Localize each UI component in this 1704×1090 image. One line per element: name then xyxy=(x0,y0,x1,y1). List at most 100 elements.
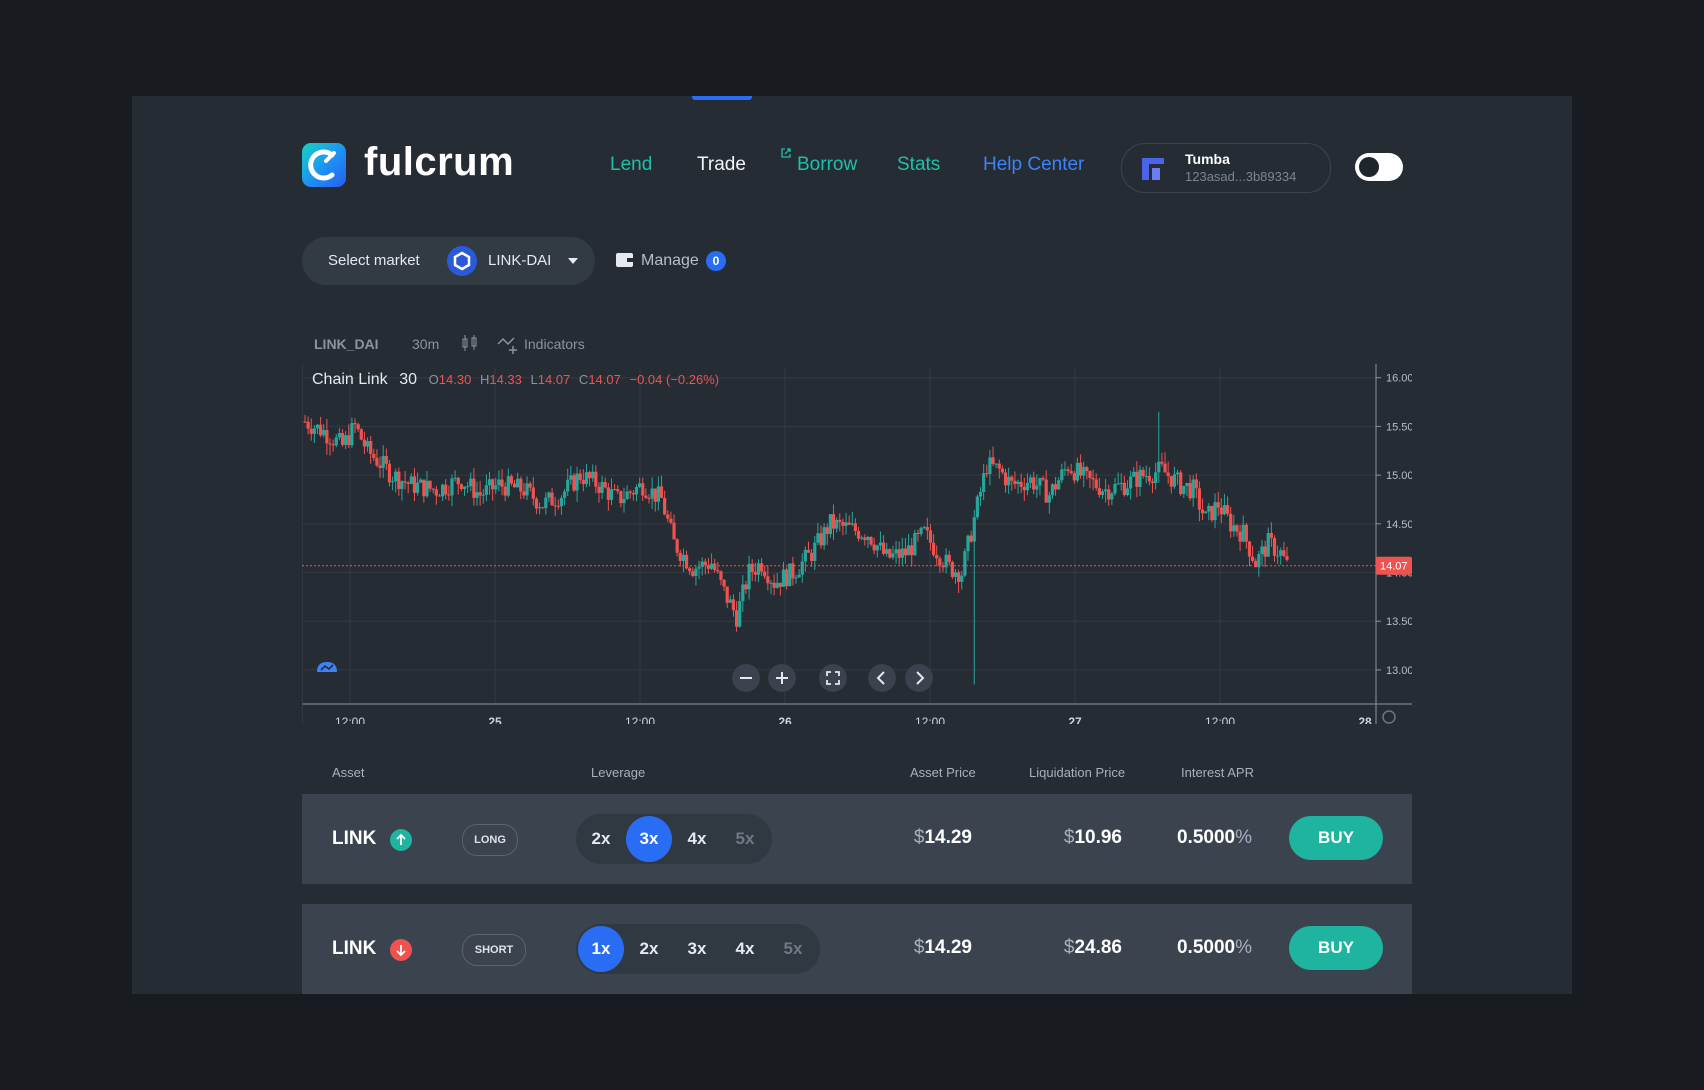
zoom-in-button[interactable] xyxy=(768,664,796,692)
candle-body xyxy=(731,599,736,611)
currency-symbol: $ xyxy=(1063,827,1075,848)
candle-body xyxy=(672,522,676,540)
liquidation-price: $10.96 xyxy=(1062,827,1122,849)
leverage-option-2x[interactable]: 2x xyxy=(578,816,624,862)
asset-price-value: 14.29 xyxy=(924,937,972,958)
buy-button[interactable]: BUY xyxy=(1289,816,1383,860)
chart-symbol[interactable]: LINK_DAI xyxy=(314,336,379,352)
candle-body xyxy=(553,505,557,507)
candle-body xyxy=(466,486,470,488)
price-chart[interactable]: 16.0015.5015.0014.5014.0013.5013.0012:00… xyxy=(302,364,1412,724)
leverage-option-4x[interactable]: 4x xyxy=(674,816,720,862)
chevron-down-icon xyxy=(568,258,578,264)
candle-body xyxy=(775,582,779,588)
leverage-option-4x[interactable]: 4x xyxy=(722,926,768,972)
candle-body xyxy=(756,563,761,575)
indicators-icon[interactable] xyxy=(497,334,519,354)
candle-body xyxy=(347,435,351,446)
candle-body xyxy=(519,478,523,492)
candle-body xyxy=(1147,475,1151,482)
candle-body xyxy=(581,479,585,485)
chart-canvas[interactable]: 16.0015.5015.0014.5014.0013.5013.0012:00… xyxy=(302,364,1412,724)
candle-body xyxy=(1119,482,1123,484)
candle-body xyxy=(1132,471,1136,477)
candle-body xyxy=(1207,505,1211,512)
wallet-provider-icon xyxy=(1142,158,1164,180)
scroll-left-button[interactable] xyxy=(868,664,896,692)
market-selector[interactable]: Select market LINK-DAI xyxy=(302,237,595,285)
candle-body xyxy=(1038,478,1042,486)
nav-help-center[interactable]: Help Center xyxy=(983,154,1084,176)
zoom-out-button[interactable] xyxy=(732,664,760,692)
candle-body xyxy=(397,471,401,489)
theme-toggle[interactable] xyxy=(1355,153,1403,181)
nav-stats[interactable]: Stats xyxy=(897,154,940,176)
percent-sign: % xyxy=(1235,827,1252,848)
candle-body xyxy=(1044,479,1048,503)
candle-body xyxy=(863,537,867,540)
candle-body xyxy=(1019,481,1023,487)
indicators-button[interactable]: Indicators xyxy=(524,336,585,352)
candle-body xyxy=(903,548,908,556)
wallet-button[interactable]: Tumba 123asad...3b89334 xyxy=(1121,143,1331,193)
candle-body xyxy=(372,453,376,458)
fullscreen-button[interactable] xyxy=(819,664,847,692)
leverage-option-2x[interactable]: 2x xyxy=(626,926,672,972)
candle-body xyxy=(375,457,379,466)
candle-body xyxy=(866,536,870,540)
candle-body xyxy=(1107,489,1111,500)
candle-body xyxy=(378,465,382,468)
candle-body xyxy=(387,463,392,483)
leverage-option-5x[interactable]: 5x xyxy=(770,926,816,972)
legend-low: 14.07 xyxy=(537,372,571,387)
candle-body xyxy=(806,549,811,553)
candle-body xyxy=(1013,480,1017,484)
brand-name[interactable]: fulcrum xyxy=(364,140,514,185)
candle-body xyxy=(547,492,551,498)
candle-body xyxy=(1091,477,1095,480)
leverage-option-5x[interactable]: 5x xyxy=(722,816,768,862)
candle-body xyxy=(794,577,798,579)
candle-body xyxy=(1007,476,1011,486)
candle-body xyxy=(994,463,998,465)
chart-interval[interactable]: 30m xyxy=(412,336,439,352)
toggle-knob xyxy=(1359,157,1379,177)
candle-body xyxy=(719,571,723,580)
candle-body xyxy=(1110,493,1114,500)
candle-body xyxy=(841,521,845,526)
nav-borrow[interactable]: Borrow xyxy=(797,154,857,176)
candle-body xyxy=(453,477,457,479)
candle-body xyxy=(781,569,786,587)
candle-body xyxy=(528,483,532,488)
leverage-option-3x[interactable]: 3x xyxy=(626,816,672,862)
candle-body xyxy=(1047,495,1051,503)
leverage-option-3x[interactable]: 3x xyxy=(674,926,720,972)
candle-body xyxy=(975,496,979,518)
percent-sign: % xyxy=(1235,937,1252,958)
candle-body xyxy=(1257,554,1261,568)
manage-count-badge: 0 xyxy=(706,251,726,271)
leverage-option-1x[interactable]: 1x xyxy=(578,926,624,972)
candle-body xyxy=(1097,488,1101,496)
external-link-icon xyxy=(781,148,791,158)
candle-body xyxy=(1028,477,1033,483)
candle-body xyxy=(847,522,851,525)
chart-settings-icon xyxy=(1382,710,1396,724)
candle-body xyxy=(566,479,570,492)
candle-body xyxy=(891,553,895,558)
candle-body xyxy=(766,576,770,584)
candle-body xyxy=(609,489,614,500)
candle-style-icon[interactable] xyxy=(462,334,478,352)
fulcrum-logo-icon[interactable] xyxy=(302,143,346,187)
wallet-name: Tumba xyxy=(1185,151,1230,167)
candle-body xyxy=(1085,467,1089,472)
scroll-right-button[interactable] xyxy=(905,664,933,692)
candle-body xyxy=(1053,484,1058,490)
candle-body xyxy=(850,523,854,525)
nav-trade[interactable]: Trade xyxy=(697,154,746,176)
nav-lend[interactable]: Lend xyxy=(610,154,652,176)
tradingview-logo-icon[interactable] xyxy=(315,658,339,674)
candle-body xyxy=(825,527,829,535)
legend-h-label: H xyxy=(479,372,490,387)
buy-button[interactable]: BUY xyxy=(1289,926,1383,970)
